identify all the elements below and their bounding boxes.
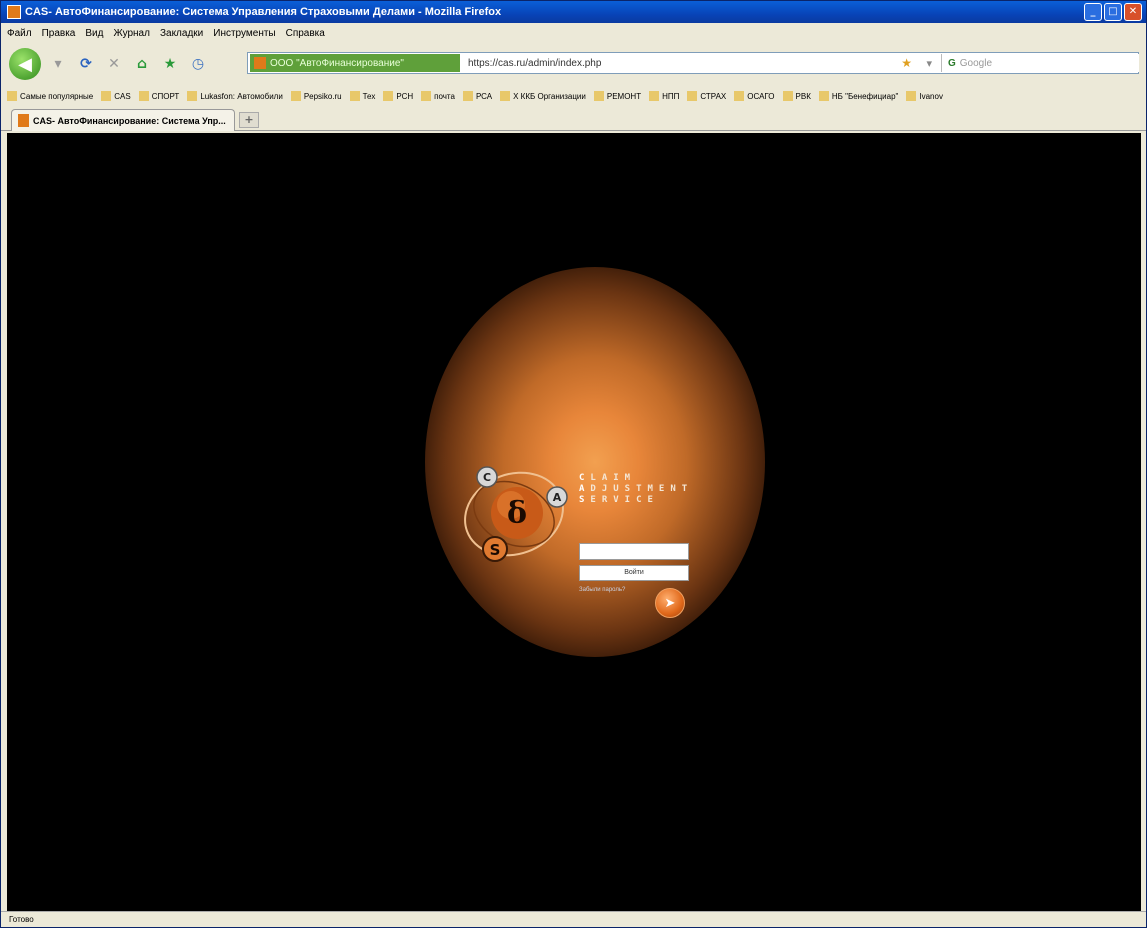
svg-text:δ: δ [507,496,527,531]
close-button[interactable]: ✕ [1124,3,1142,21]
forgot-password-link[interactable]: Забыли пароль? [579,587,625,593]
tab-title: CAS- АвтоФинансирование: Система Упр... [33,115,226,126]
menu-bar: Файл Правка Вид Журнал Закладки Инструме… [1,23,1146,43]
bookmark-item[interactable]: CAS [101,91,131,101]
tab-favicon-icon [18,114,29,127]
login-button[interactable]: Войти [579,565,689,581]
bookmark-item[interactable]: Pepsiko.ru [290,91,342,101]
menu-bookmarks[interactable]: Закладки [160,28,203,39]
forward-button[interactable]: ▾ [47,53,69,75]
site-identity-button[interactable]: ООО "АвтоФинансирование" [250,54,460,72]
tab-strip: CAS- АвтоФинансирование: Система Упр... … [1,107,1146,131]
maximize-button[interactable]: □ [1104,3,1122,21]
go-arrow-icon[interactable]: ➤ [655,588,685,618]
bookmark-item[interactable]: ОСАГО [734,91,775,101]
bookmark-item[interactable]: РСН [383,91,413,101]
bookmark-item[interactable]: НБ "Бенефициар" [818,91,898,101]
folder-icon [290,91,301,101]
bookmarks-toolbar: Самые популярные CAS СПОРТ Lukasfon: Авт… [1,85,1146,107]
bookmark-item[interactable]: РЕМОНТ [593,91,641,101]
brand-line-service: SERVICE [579,495,659,505]
bookmark-item[interactable]: СПОРТ [138,91,179,101]
reload-button[interactable]: ⟳ [75,53,97,75]
bookmark-item[interactable]: Lukasfon: Автомобили [187,91,283,101]
bookmark-item[interactable]: РСА [462,91,492,101]
page-content: δ C A S CLAIM ADJUSTMENT SERVICE Войти З… [7,133,1141,911]
svg-text:A: A [553,491,562,504]
bookmark-item[interactable]: Тех [349,91,375,101]
bookmark-item[interactable]: НПП [649,91,679,101]
bookmark-icon [818,91,829,101]
menu-help[interactable]: Справка [286,28,325,39]
login-input[interactable] [579,543,689,560]
menu-view[interactable]: Вид [85,28,103,39]
bookmark-star-icon[interactable]: ★ [901,56,912,70]
bookmark-icon [649,91,660,101]
folder-icon [593,91,604,101]
browser-window: CAS- АвтоФинансирование: Система Управле… [0,0,1147,928]
search-box[interactable]: G Google [941,54,1139,72]
new-tab-button[interactable]: + [239,112,259,128]
site-favicon-icon [254,57,266,69]
folder-icon [383,91,394,101]
menu-history[interactable]: Журнал [113,28,150,39]
svg-text:C: C [483,471,491,484]
history-button[interactable]: ◷ [187,53,209,75]
bookmark-icon [349,91,360,101]
back-button[interactable]: ◀ [9,48,41,80]
bookmark-icon [462,91,473,101]
folder-icon [138,91,149,101]
folder-icon [500,91,511,101]
bookmark-icon [187,91,198,101]
firefox-icon [7,5,21,19]
site-identity-label: ООО "АвтоФинансирование" [270,57,404,69]
bookmark-item[interactable]: почта [421,91,455,101]
bookmark-icon [421,91,432,101]
search-engine-icon[interactable]: G [948,58,956,69]
svg-text:S: S [490,541,501,559]
stop-button[interactable]: ✕ [103,53,125,75]
url-dropdown-icon[interactable]: ▾ [926,57,932,70]
bookmark-icon [734,91,745,101]
bookmark-item[interactable]: СТРАХ [687,91,726,101]
bookmark-add-button[interactable]: ★ [159,53,181,75]
brand-line-claim: CLAIM [579,473,637,483]
cas-logo: δ C A S [464,466,568,562]
bookmark-icon [7,91,17,101]
bookmark-item[interactable]: Самые популярные [7,91,93,101]
brand-line-adjustment: ADJUSTMENT [579,484,694,494]
bookmark-icon [906,91,917,101]
search-placeholder: Google [959,57,993,69]
home-button[interactable]: ⌂ [131,53,153,75]
brand-wordmark: CLAIM ADJUSTMENT SERVICE [579,473,693,506]
status-bar: Готово [1,911,1146,927]
bookmark-item[interactable]: Ivanov [906,91,943,101]
minimize-button[interactable]: _ [1084,3,1102,21]
bookmark-item[interactable]: Х ККБ Организации [500,91,586,101]
url-text[interactable]: https://cas.ru/admin/index.php [468,58,601,69]
title-bar[interactable]: CAS- АвтоФинансирование: Система Управле… [1,1,1146,23]
tab-active[interactable]: CAS- АвтоФинансирование: Система Упр... [11,109,235,131]
bookmark-icon [687,91,698,101]
window-title: CAS- АвтоФинансирование: Система Управле… [25,6,502,18]
menu-edit[interactable]: Правка [42,28,76,39]
menu-tools[interactable]: Инструменты [213,28,275,39]
bookmark-icon [782,91,793,101]
bookmark-icon [101,91,112,101]
bookmark-item[interactable]: РВК [782,91,811,101]
menu-file[interactable]: Файл [7,28,32,39]
